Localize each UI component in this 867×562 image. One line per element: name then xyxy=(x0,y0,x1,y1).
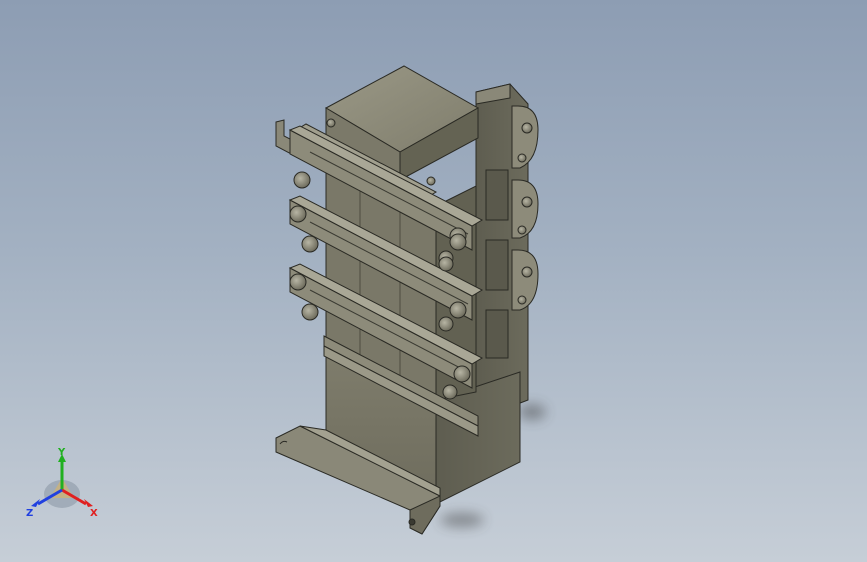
z-axis-label: Z xyxy=(26,508,33,519)
3d-viewport[interactable]: Y X Z xyxy=(0,0,867,562)
rear-housing xyxy=(475,83,539,421)
x-axis-label: X xyxy=(90,508,98,519)
3d-model[interactable] xyxy=(0,0,867,562)
y-axis-label: Y xyxy=(57,447,66,458)
orientation-triad: Y X Z xyxy=(26,447,98,519)
